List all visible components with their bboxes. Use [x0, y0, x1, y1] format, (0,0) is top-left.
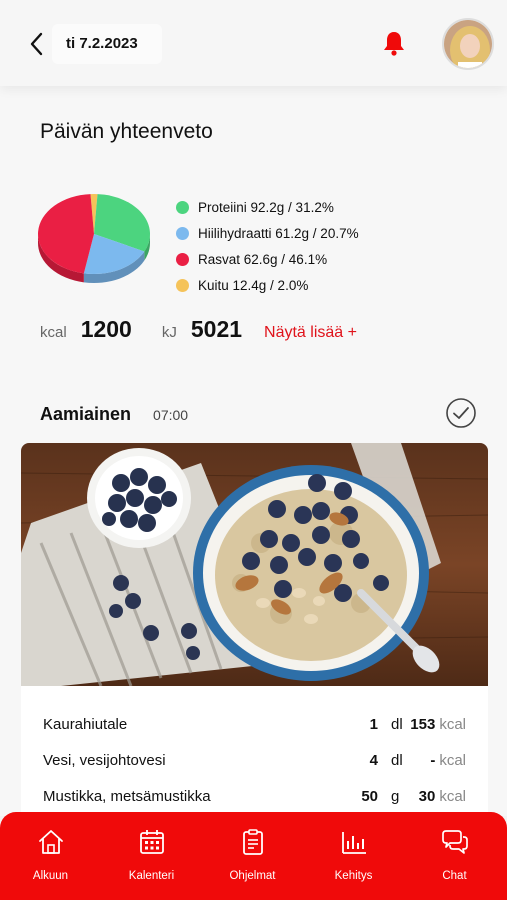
kj-unit: kJ — [161, 324, 177, 341]
legend-item-protein: Proteiini 92.2g / 31.2% — [176, 194, 359, 220]
meal-name: Aamiainen — [40, 404, 132, 424]
item-name: Kaurahiutale — [43, 716, 128, 733]
nav-item-home[interactable]: Alkuun — [0, 828, 101, 894]
page-title: Päivän yhteenveto — [40, 120, 213, 143]
item-amount: 1 — [369, 716, 378, 733]
chat-icon — [441, 830, 468, 854]
top-bar: ti 7.2.2023 — [0, 0, 507, 86]
calendar-icon — [139, 830, 164, 854]
check-circle-icon[interactable] — [445, 397, 477, 429]
list-item[interactable]: Vesi, vesijohtovesi 4 dl - kcal — [21, 744, 488, 780]
kcal-unit: kcal — [40, 324, 67, 341]
nav-label: Kalenteri — [128, 870, 175, 882]
meal-time: 07:00 — [153, 407, 189, 423]
legend-dot — [176, 252, 189, 266]
back-arrow-icon[interactable] — [26, 30, 48, 58]
bottom-nav: Alkuun Kalenteri Ohjelmat Kehitys Chat — [0, 812, 507, 900]
energy-summary: kcal 1200 kJ 5021 Näytä lisää + — [40, 316, 357, 343]
nav-label: Alkuun — [32, 870, 69, 882]
meal-items-list: Kaurahiutale 1 dl 153 kcal Vesi, vesijoht… — [21, 686, 488, 816]
nav-item-programs[interactable]: Ohjelmat — [202, 828, 303, 894]
avatar[interactable] — [442, 18, 494, 70]
nav-item-calendar[interactable]: Kalenteri — [101, 828, 202, 894]
nav-item-progress[interactable]: Kehitys — [303, 828, 404, 894]
legend-item-fiber: Kuitu 12.4g / 2.0% — [176, 272, 359, 298]
bell-icon[interactable] — [382, 30, 406, 56]
item-name: Vesi, vesijohtovesi — [43, 752, 166, 769]
item-amount: 4 — [369, 752, 378, 769]
legend-dot — [176, 278, 189, 292]
legend-dot — [176, 200, 189, 214]
list-item[interactable]: Kaurahiutale 1 dl 153 kcal — [21, 708, 488, 744]
nav-label: Kehitys — [334, 870, 373, 882]
item-name: Mustikka, metsämustikka — [43, 788, 211, 805]
nav-label: Ohjelmat — [229, 870, 276, 882]
bar-chart-icon — [341, 832, 366, 854]
meal-header: Aamiainen 07:00 — [40, 404, 188, 425]
legend-label: Rasvat 62.6g / 46.1% — [198, 251, 328, 267]
item-amount: 50 — [361, 788, 378, 805]
home-icon — [38, 830, 63, 854]
show-more-link[interactable]: Näytä lisää + — [264, 324, 357, 342]
legend-label: Hiilihydraatti 61.2g / 20.7% — [198, 225, 359, 241]
item-kcal: 153 kcal — [410, 716, 466, 733]
date-selector[interactable]: ti 7.2.2023 — [52, 24, 162, 64]
list-item[interactable]: Mustikka, metsämustikka 50 g 30 kcal — [21, 780, 488, 816]
nav-item-chat[interactable]: Chat — [404, 828, 505, 894]
macro-pie-chart — [37, 194, 151, 283]
legend-label: Proteiini 92.2g / 31.2% — [198, 199, 334, 215]
clipboard-icon — [242, 829, 263, 855]
item-unit: dl — [391, 716, 403, 733]
kcal-value: 1200 — [80, 316, 132, 342]
main-content: Päivän yhteenveto Proteiini 92.2g / 31.2… — [0, 86, 507, 816]
legend-label: Kuitu 12.4g / 2.0% — [198, 277, 309, 293]
legend-item-fat: Rasvat 62.6g / 46.1% — [176, 246, 359, 272]
kj-value: 5021 — [190, 316, 243, 342]
item-unit: g — [391, 788, 400, 805]
legend-dot — [176, 226, 189, 240]
item-unit: dl — [391, 752, 403, 769]
item-kcal: 30 kcal — [418, 788, 466, 805]
nav-label: Chat — [442, 870, 467, 882]
meal-photo — [21, 443, 488, 686]
legend-item-carbs: Hiilihydraatti 61.2g / 20.7% — [176, 220, 359, 246]
item-kcal: - kcal — [430, 752, 466, 769]
macro-legend: Proteiini 92.2g / 31.2% Hiilihydraatti 6… — [176, 194, 359, 298]
